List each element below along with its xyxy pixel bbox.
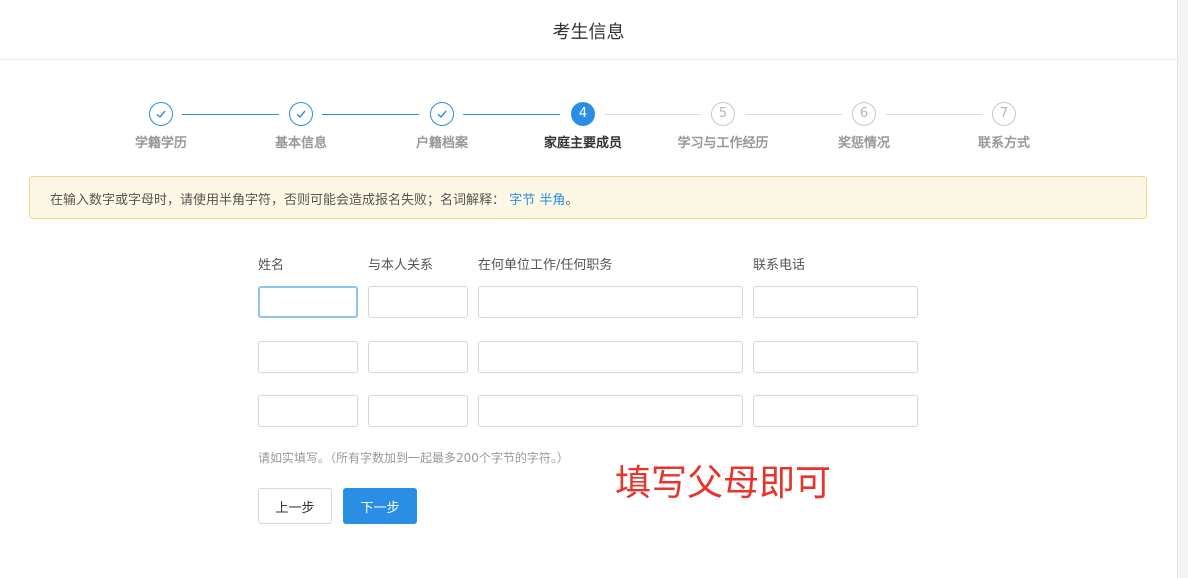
- step-number: 6: [852, 102, 876, 126]
- step-label: 学籍学历: [134, 136, 187, 151]
- step-label: 家庭主要成员: [543, 136, 622, 151]
- column-label-phone: 联系电话: [753, 258, 806, 273]
- page: 考生信息 学籍学历 基本信息 户籍档案 4 家庭主要成员 5 学习与工作经历 6…: [0, 0, 1177, 578]
- notice-text: 在输入数字或字母时，请使用半角字符，否则可能会造成报名失败；名词解释：: [50, 193, 506, 208]
- step-connector: [745, 114, 842, 115]
- phone-input[interactable]: [753, 286, 918, 318]
- name-input[interactable]: [258, 341, 358, 373]
- name-input[interactable]: [258, 286, 358, 318]
- annotation-text: 填写父母即可: [615, 463, 832, 504]
- page-title: 考生信息: [552, 22, 625, 43]
- relation-input[interactable]: [368, 395, 468, 427]
- column-label-relation: 与本人关系: [368, 258, 434, 273]
- step-label: 基本信息: [274, 136, 327, 151]
- work-input[interactable]: [478, 341, 743, 373]
- notice-banner: 在输入数字或字母时，请使用半角字符，否则可能会造成报名失败；名词解释： 字节 半…: [29, 176, 1147, 219]
- phone-input[interactable]: [753, 395, 918, 427]
- step-connector: [322, 114, 419, 115]
- relation-input[interactable]: [368, 341, 468, 373]
- link-half-width[interactable]: 半角: [539, 193, 565, 208]
- step-label: 学习与工作经历: [677, 136, 769, 151]
- column-label-name: 姓名: [258, 258, 285, 273]
- work-input[interactable]: [478, 395, 743, 427]
- step-number: 5: [711, 102, 735, 126]
- link-byte[interactable]: 字节: [509, 193, 535, 208]
- step-label: 户籍档案: [415, 136, 468, 151]
- name-input[interactable]: [258, 395, 358, 427]
- step-connector: [604, 114, 701, 115]
- form-hint: 请如实填写。（所有字数加到一起最多200个字节的字符。）: [258, 451, 569, 465]
- step-connector: [886, 114, 983, 115]
- prev-step-button[interactable]: 上一步: [258, 488, 332, 524]
- step-number: 7: [992, 102, 1016, 126]
- step-connector: [182, 114, 279, 115]
- check-icon: [289, 102, 313, 126]
- phone-input[interactable]: [753, 341, 918, 373]
- step-progress: 学籍学历 基本信息 户籍档案 4 家庭主要成员 5 学习与工作经历 6 奖惩情况: [0, 100, 1177, 160]
- page-edge: [1177, 0, 1188, 578]
- work-input[interactable]: [478, 286, 743, 318]
- column-label-work: 在何单位工作/任何职务: [478, 258, 613, 273]
- notice-end: 。: [565, 193, 579, 208]
- step-number: 4: [571, 102, 595, 126]
- check-icon: [149, 102, 173, 126]
- next-step-button[interactable]: 下一步: [343, 488, 417, 524]
- header: 考生信息: [0, 0, 1177, 60]
- step-connector: [463, 114, 560, 115]
- check-icon: [430, 102, 454, 126]
- relation-input[interactable]: [368, 286, 468, 318]
- step-label: 奖惩情况: [837, 136, 890, 151]
- step-label: 联系方式: [977, 136, 1030, 151]
